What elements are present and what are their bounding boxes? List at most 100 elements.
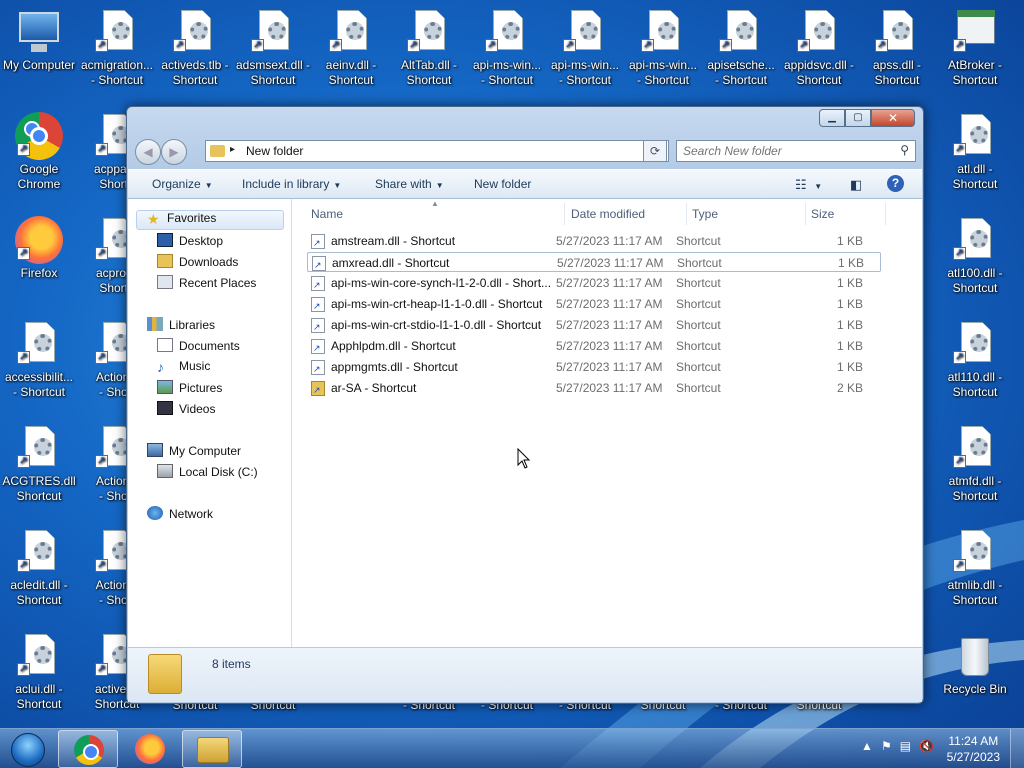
nav-desktop[interactable]: Desktop (157, 233, 223, 253)
activeds-tlb-shortcut[interactable]: ↗ activeds.tlb - Shortcut (156, 8, 234, 88)
dll-file-icon: ↗ (951, 216, 999, 264)
firefox-desktop[interactable]: ↗ Firefox (0, 216, 78, 281)
acmigration-shortcut[interactable]: ↗ acmigration... - Shortcut (78, 8, 156, 88)
preview-pane-icon[interactable]: ◧ (850, 177, 862, 193)
share-with-button[interactable]: Share with ▼ (375, 177, 444, 191)
apisetsche-shortcut[interactable]: ↗ apisetsche... - Shortcut (702, 8, 780, 88)
dll-file-icon: ↗ (15, 320, 63, 368)
adsmsext-shortcut[interactable]: ↗ adsmsext.dll - Shortcut (234, 8, 312, 88)
search-box[interactable]: ⚲ (676, 140, 916, 162)
network-icon (147, 506, 163, 520)
breadcrumb-chevron-icon[interactable]: ▸ (230, 144, 235, 155)
icon-label: AltTab.dll - (400, 58, 458, 72)
file-row[interactable]: Apphlpdm.dll - Shortcut 5/27/2023 11:17 A… (307, 336, 881, 356)
atbroker-shortcut[interactable]: ↗ AtBroker - Shortcut (936, 8, 1014, 88)
accessibility-shortcut[interactable]: ↗ accessibilit... - Shortcut (0, 320, 78, 400)
maximize-button[interactable]: ▢ (845, 109, 871, 127)
alttab-shortcut[interactable]: ↗ AltTab.dll - Shortcut (390, 8, 468, 88)
icon-label: atl110.dll - (947, 370, 1003, 384)
atl-shortcut[interactable]: ↗ atl.dll - Shortcut (936, 112, 1014, 192)
new-folder-button[interactable]: New folder (474, 177, 531, 191)
file-row[interactable]: api-ms-win-crt-stdio-l1-1-0.dll - Shortc… (307, 315, 881, 335)
taskbar-chrome[interactable] (58, 730, 118, 768)
apss-shortcut[interactable]: ↗ apss.dll - Shortcut (858, 8, 936, 88)
icon-label: - Shortcut (636, 73, 690, 87)
icon-label: acledit.dll - (10, 578, 68, 592)
file-row[interactable]: amstream.dll - Shortcut 5/27/2023 11:17 A… (307, 231, 881, 251)
column-header-size[interactable]: Size (811, 207, 834, 229)
icon-label: Shortcut (172, 73, 218, 87)
atmfd-shortcut[interactable]: ↗ atmfd.dll - Shortcut (936, 424, 1014, 504)
nav-network[interactable]: Network (147, 506, 213, 526)
shortcut-file-icon (311, 318, 325, 333)
aeinv-shortcut[interactable]: ↗ aeinv.dll - Shortcut (312, 8, 390, 88)
file-row[interactable]: appmgmts.dll - Shortcut 5/27/2023 11:17 A… (307, 357, 881, 377)
address-bar[interactable]: ▸ New folder ▼ (205, 140, 669, 162)
file-name: api-ms-win-crt-heap-l1-1-0.dll - Shortcu… (331, 297, 543, 311)
column-divider[interactable] (564, 203, 565, 225)
google-chrome-desktop[interactable]: ↗ Google Chrome (0, 112, 78, 192)
nav-music[interactable]: ♪ Music (157, 359, 210, 379)
file-name: api-ms-win-crt-stdio-l1-1-0.dll - Shortc… (331, 318, 542, 332)
column-header-date[interactable]: Date modified (571, 207, 645, 229)
view-options-icon[interactable]: ☷ ▼ (795, 177, 822, 193)
file-date: 5/27/2023 11:17 AM (556, 276, 663, 290)
include-in-library-button[interactable]: Include in library ▼ (242, 177, 341, 191)
icon-label: Shortcut (250, 73, 296, 87)
file-date: 5/27/2023 11:17 AM (556, 234, 663, 248)
forward-button[interactable]: ▶ (161, 139, 187, 165)
column-header-type[interactable]: Type (692, 207, 718, 229)
aclui-shortcut[interactable]: ↗ aclui.dll - Shortcut (0, 632, 78, 712)
nav-favorites[interactable]: ★ Favorites (136, 210, 284, 230)
atl100-shortcut[interactable]: ↗ atl100.dll - Shortcut (936, 216, 1014, 296)
refresh-button[interactable]: ⟳ (643, 140, 667, 162)
close-button[interactable]: ✕ (871, 109, 915, 127)
acledit-shortcut[interactable]: ↗ acledit.dll - Shortcut (0, 528, 78, 608)
minimize-button[interactable]: ▁ (819, 109, 845, 127)
file-row[interactable]: api-ms-win-core-synch-l1-2-0.dll - Short… (307, 273, 881, 293)
help-icon[interactable]: ? (887, 175, 904, 192)
my-computer-desktop[interactable]: My Computer (0, 8, 78, 73)
taskbar: ▲ ⚑ ▤ 🔇 11:24 AM 5/27/2023 (0, 728, 1024, 768)
show-hidden-icons-icon[interactable]: ▲ (861, 739, 873, 753)
atmlib-shortcut[interactable]: ↗ atmlib.dll - Shortcut (936, 528, 1014, 608)
file-row[interactable]: api-ms-win-crt-heap-l1-1-0.dll - Shortcu… (307, 294, 881, 314)
search-icon[interactable]: ⚲ (900, 143, 909, 157)
column-divider[interactable] (805, 203, 806, 225)
acgtres-shortcut[interactable]: ↗ ACGTRES.dll Shortcut (0, 424, 78, 504)
organize-button[interactable]: Organize ▼ (152, 177, 213, 191)
nav-libraries[interactable]: Libraries (147, 317, 215, 337)
nav-pictures[interactable]: Pictures (157, 380, 222, 400)
nav-recent-places[interactable]: Recent Places (157, 275, 256, 295)
atl110-shortcut[interactable]: ↗ atl110.dll - Shortcut (936, 320, 1014, 400)
network-tray-icon[interactable]: ▤ (900, 739, 911, 753)
file-row[interactable]: amxread.dll - Shortcut 5/27/2023 11:17 AM… (307, 252, 881, 272)
api-ms-win-3-shortcut[interactable]: ↗ api-ms-win... - Shortcut (624, 8, 702, 88)
taskbar-explorer[interactable] (182, 730, 242, 768)
nav-documents[interactable]: Documents (157, 338, 240, 358)
column-header-name[interactable]: Name (311, 207, 343, 229)
column-divider[interactable] (686, 203, 687, 225)
start-button[interactable] (3, 730, 53, 768)
action-center-icon[interactable]: ⚑ (881, 739, 892, 753)
api-ms-win-1-shortcut[interactable]: ↗ api-ms-win... - Shortcut (468, 8, 546, 88)
volume-muted-icon[interactable]: 🔇 (919, 739, 934, 753)
appidsvc-shortcut[interactable]: ↗ appidsvc.dll - Shortcut (780, 8, 858, 88)
clock[interactable]: 11:24 AM 5/27/2023 (947, 733, 1000, 765)
show-desktop-button[interactable] (1010, 729, 1024, 768)
recycle-bin[interactable]: Recycle Bin (936, 632, 1014, 697)
breadcrumb-new-folder[interactable]: New folder (246, 144, 303, 158)
file-row[interactable]: ar-SA - Shortcut 5/27/2023 11:17 AM Shortc… (307, 378, 881, 398)
nav-local-disk[interactable]: Local Disk (C:) (157, 464, 258, 484)
nav-my-computer[interactable]: My Computer (147, 443, 241, 463)
icon-label: Shortcut (406, 73, 452, 87)
column-divider[interactable] (885, 203, 886, 225)
api-ms-win-2-shortcut[interactable]: ↗ api-ms-win... - Shortcut (546, 8, 624, 88)
back-button[interactable]: ◀ (135, 139, 161, 165)
navigation-pane: ★ Favorites Desktop Downloads Recent Plac… (128, 199, 292, 647)
search-input[interactable] (677, 141, 877, 161)
command-bar: Organize ▼ Include in library ▼ Share with… (128, 169, 922, 199)
nav-downloads[interactable]: Downloads (157, 254, 238, 274)
nav-videos[interactable]: Videos (157, 401, 215, 421)
taskbar-firefox[interactable] (120, 730, 180, 768)
